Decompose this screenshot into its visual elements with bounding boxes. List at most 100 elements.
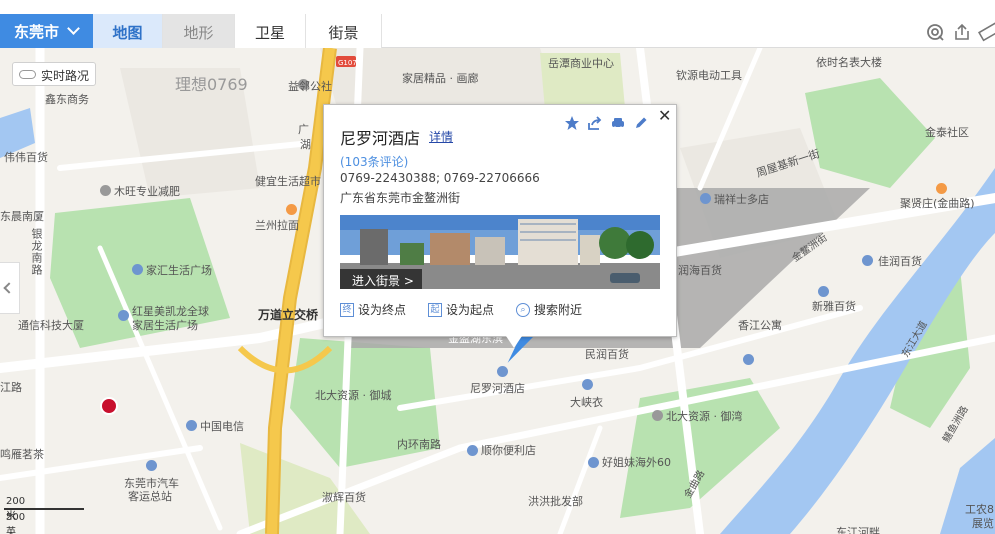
map-label: 北大资源 · 御城 [315, 389, 392, 402]
scale-bar [4, 508, 84, 510]
locate-icon[interactable] [925, 22, 945, 42]
map-label: 东晨南厦 [0, 210, 44, 223]
traffic-toggle-button[interactable]: 实时路况 [12, 62, 96, 86]
map-label: 鑫东商务 [45, 93, 89, 106]
tab-map[interactable]: 地图 [93, 14, 163, 48]
map-label: 内环南路 [397, 438, 441, 451]
poi-icon [100, 185, 111, 196]
street-view-thumbnail[interactable]: 进入街景 > [340, 215, 660, 289]
map-label: 红星美凯龙全球 [132, 305, 209, 318]
map-label: 香江公寓 [738, 319, 782, 332]
map-type-tabs: 地图 地形 卫星 街景 [93, 14, 382, 48]
map-label: 尼罗河酒店 [470, 382, 525, 395]
poi-icon [497, 366, 508, 377]
place-title: 尼罗河酒店 [340, 129, 421, 148]
set-destination-label: 设为终点 [358, 303, 407, 317]
map-label: 东江河畔 [836, 526, 880, 534]
poi-icon [700, 193, 711, 204]
enter-street-view-button[interactable]: 进入街景 > [340, 269, 422, 289]
scale-imperial: 500 英尺 [6, 512, 26, 534]
map-label: 顺你便利店 [481, 444, 536, 457]
set-origin-label: 设为起点 [446, 303, 495, 317]
map-label: 岳潭商业中心 [548, 57, 614, 70]
map-label: 工农8 [965, 503, 994, 516]
poi-icon [818, 286, 829, 297]
chevron-down-icon [67, 22, 80, 35]
collapse-panel-button[interactable] [0, 262, 20, 314]
share-icon[interactable] [952, 22, 972, 42]
tab-terrain[interactable]: 地形 [163, 14, 235, 48]
destination-icon: 终 [340, 302, 354, 317]
edit-icon[interactable] [633, 115, 649, 131]
share-icon[interactable] [587, 115, 603, 131]
map-label: 聚贤庄(金曲路) [900, 197, 975, 210]
map-label: 客运总站 [128, 490, 172, 503]
popup-actions: 终 设为终点 起 设为起点 ⌕ 搜索附近 [340, 301, 582, 318]
close-icon[interactable]: ✕ [658, 106, 671, 125]
map-label: 民润百货 [585, 348, 629, 361]
map-label: 木旺专业减肥 [114, 185, 180, 198]
origin-icon: 起 [428, 302, 443, 317]
poi-icon [146, 460, 157, 471]
map-label: 通信科技大厦 [18, 319, 84, 332]
traffic-icon [19, 70, 36, 79]
map-label: 钦源电动工具 [676, 69, 742, 82]
set-origin-button[interactable]: 起 设为起点 [428, 301, 494, 318]
poi-icon [118, 310, 129, 321]
map-label: 广 [298, 123, 309, 136]
map-label: 大峡衣 [570, 396, 603, 409]
poi-icon [286, 204, 297, 215]
traffic-label: 实时路况 [41, 69, 90, 83]
map-label: 健宜生活超市 [255, 175, 321, 188]
poi-icon [467, 445, 478, 456]
highway-shield: G107 [338, 59, 357, 67]
poi-icon [743, 354, 754, 365]
details-link[interactable]: 详情 [429, 128, 453, 145]
road-label: 银龙南路 [30, 228, 43, 276]
ruler-icon[interactable] [977, 20, 995, 42]
map-label: 湖 [300, 138, 311, 151]
map-label: 北大资源 · 御湾 [666, 410, 743, 423]
map-label: 展览 [972, 517, 994, 530]
map-label: 家汇生活广场 [146, 264, 212, 277]
search-nearby-button[interactable]: ⌕ 搜索附近 [516, 301, 582, 318]
map-label: 好姐妹海外60 [602, 456, 671, 469]
city-name: 东莞市 [14, 23, 60, 41]
poi-icon [652, 410, 663, 421]
map-label: 瑞祥士多店 [714, 193, 769, 206]
map-label: 淑辉百货 [322, 491, 366, 504]
tab-street-view[interactable]: 街景 [306, 14, 382, 48]
car-icon[interactable] [610, 115, 626, 131]
city-selector-button[interactable]: 东莞市 [0, 14, 93, 48]
reviews-link[interactable]: (103条评论) [340, 153, 408, 170]
map-label: 兰州拉面 [255, 219, 299, 232]
map-label: 理想0769 [175, 75, 248, 94]
map-label: 东莞市汽车 [124, 477, 179, 490]
poi-icon [588, 457, 599, 468]
map-label: 佳润百货 [878, 255, 922, 268]
chevron-left-icon [3, 282, 15, 294]
map-label: 依时名表大楼 [816, 56, 882, 69]
poi-icon [186, 420, 197, 431]
popup-pointer [506, 336, 522, 348]
map-label: 家居生活广场 [132, 319, 198, 332]
poi-icon [862, 255, 873, 266]
map-label: 鸣雁茗茶 [0, 448, 44, 461]
poi-icon [132, 264, 143, 275]
place-info-popup: 尼罗河酒店 详情 ✕ (103条评论) 0769-22430388; 0769-… [323, 104, 677, 337]
map-label: 家居精品 · 画廊 [402, 72, 479, 85]
star-icon[interactable] [564, 115, 580, 131]
popup-tool-icons [564, 115, 649, 131]
map-label: 中国电信 [200, 420, 244, 433]
map-label: 新雅百货 [812, 300, 856, 313]
place-address: 广东省东莞市金鳌洲街 [340, 191, 461, 205]
tab-satellite[interactable]: 卫星 [235, 14, 306, 48]
restaurant-icon [100, 397, 118, 415]
search-icon: ⌕ [516, 302, 531, 317]
map-top-bar: 东莞市 地图 地形 卫星 街景 [0, 0, 995, 48]
map-label: 万道立交桥 [258, 308, 319, 322]
search-nearby-label: 搜索附近 [534, 303, 583, 317]
set-destination-button[interactable]: 终 设为终点 [340, 301, 406, 318]
map-label: 金泰社区 [925, 126, 969, 139]
map-label: 江路 [0, 381, 22, 394]
